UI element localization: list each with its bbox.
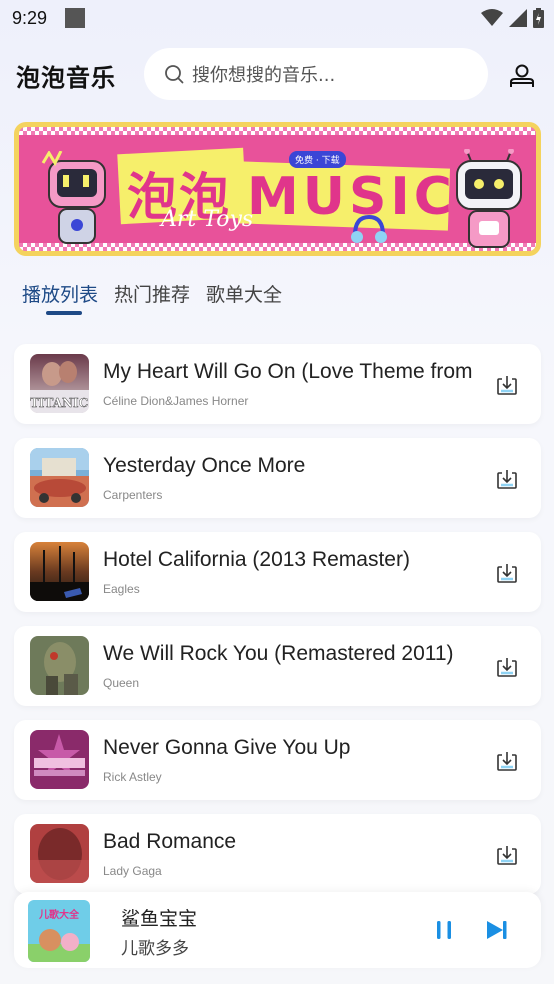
robot-right-illustration — [456, 149, 522, 248]
album-cover — [30, 542, 89, 601]
song-title: Yesterday Once More — [103, 454, 306, 477]
banner-subtitle: Art Toys — [161, 207, 254, 232]
song-title: Hotel California (2013 Remaster) — [103, 548, 410, 571]
banner-border-pattern — [19, 127, 536, 135]
song-item[interactable]: Never Gonna Give You Up Rick Astley — [14, 720, 541, 800]
download-icon[interactable] — [495, 843, 519, 867]
song-item[interactable]: TITANIC My Heart Will Go On (Love Theme … — [14, 344, 541, 424]
tab-playlist[interactable]: 播放列表 — [22, 280, 98, 307]
battery-icon — [533, 8, 544, 28]
song-item[interactable]: Bad Romance Lady Gaga — [14, 814, 541, 894]
app-title: 泡泡音乐 — [16, 64, 116, 92]
song-title: Never Gonna Give You Up — [103, 736, 351, 759]
status-icons — [481, 8, 544, 28]
promo-banner[interactable]: 泡泡 MUSIC Art Toys 免费 · 下载 — [14, 122, 541, 256]
download-icon[interactable] — [495, 467, 519, 491]
album-cover — [30, 448, 89, 507]
category-tabs: 播放列表 热门推荐 歌单大全 — [22, 280, 282, 307]
status-bar: 9:29 — [0, 0, 554, 36]
robot-left-illustration — [41, 151, 106, 244]
tab-playlists-all[interactable]: 歌单大全 — [206, 280, 282, 307]
song-item[interactable]: Hotel California (2013 Remaster) Eagles — [14, 532, 541, 612]
song-artist: Queen — [103, 676, 140, 690]
album-cover — [30, 636, 89, 695]
notification-icon — [65, 8, 86, 28]
album-cover: TITANIC — [30, 354, 89, 413]
song-artist: Céline Dion&James Horner — [103, 394, 249, 408]
now-playing-cover: 儿歌大全 — [28, 900, 90, 962]
now-playing-title: 鲨鱼宝宝 — [121, 908, 198, 930]
pause-icon[interactable] — [432, 918, 456, 942]
headphones-illustration — [351, 214, 387, 243]
search-bar[interactable]: 搜你想搜的音乐... — [144, 48, 488, 100]
song-title: My Heart Will Go On (Love Theme from — [103, 360, 473, 383]
download-icon[interactable] — [495, 373, 519, 397]
status-time: 9:29 — [12, 7, 48, 28]
song-title: Bad Romance — [103, 830, 237, 853]
tab-active-indicator — [46, 311, 82, 315]
song-artist: Rick Astley — [103, 770, 162, 784]
song-artist: Lady Gaga — [103, 864, 162, 878]
mini-player[interactable]: 儿歌大全 鲨鱼宝宝 儿歌多多 — [14, 892, 541, 968]
album-cover-text: TITANIC — [30, 396, 88, 410]
album-cover — [30, 730, 89, 789]
signal-icon — [509, 9, 527, 27]
next-track-icon[interactable] — [484, 918, 510, 942]
song-item[interactable]: Yesterday Once More Carpenters — [14, 438, 541, 518]
download-icon[interactable] — [495, 561, 519, 585]
song-title: We Will Rock You (Remastered 2011) — [103, 642, 454, 665]
song-artist: Eagles — [103, 582, 140, 596]
search-icon — [165, 65, 184, 84]
user-icon — [510, 64, 534, 87]
tab-hot-recommend[interactable]: 热门推荐 — [114, 280, 190, 307]
song-item[interactable]: We Will Rock You (Remastered 2011) Queen — [14, 626, 541, 706]
album-cover — [30, 824, 89, 883]
now-playing-cover-text: 儿歌大全 — [38, 908, 80, 921]
song-artist: Carpenters — [103, 488, 163, 502]
header: 泡泡音乐 搜你想搜的音乐... — [0, 46, 554, 104]
now-playing-subtitle: 儿歌多多 — [121, 939, 189, 959]
download-icon[interactable] — [495, 655, 519, 679]
wifi-icon — [481, 9, 503, 26]
search-placeholder: 搜你想搜的音乐... — [192, 65, 336, 86]
download-icon[interactable] — [495, 749, 519, 773]
user-profile-button[interactable] — [506, 60, 538, 92]
banner-tag: 免费 · 下载 — [289, 151, 346, 168]
